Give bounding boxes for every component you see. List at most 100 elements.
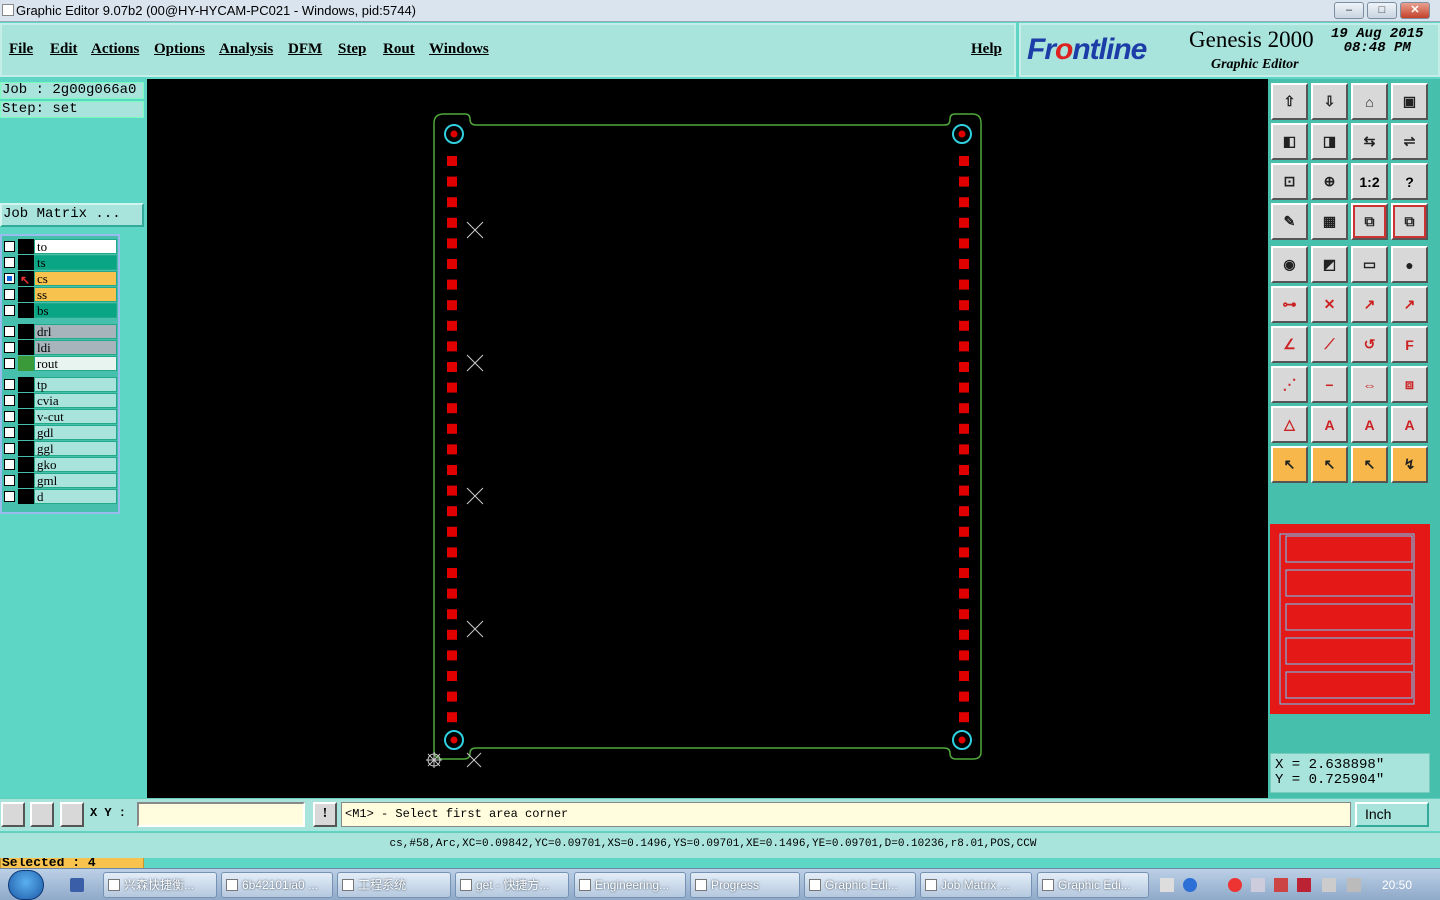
taskbar-item[interactable]: Engineering... <box>574 872 686 898</box>
grid-tool-icon[interactable] <box>60 802 84 827</box>
route-icon[interactable]: ↯ <box>1391 446 1428 483</box>
layer-name[interactable]: cvia <box>34 393 117 408</box>
text-icon[interactable]: F <box>1391 326 1428 363</box>
menu-analysis[interactable]: Analysis <box>219 41 273 58</box>
layer-name[interactable]: d <box>34 489 117 504</box>
layer-name[interactable]: rout <box>34 356 117 371</box>
layer-row-cvia[interactable]: cvia <box>2 393 118 408</box>
move-point-icon[interactable]: ↗ <box>1351 286 1388 323</box>
layer-name[interactable]: ts <box>34 255 117 270</box>
layer-checkbox[interactable] <box>4 395 15 406</box>
select2-icon[interactable]: ↖ <box>1351 446 1388 483</box>
layer-row-gml[interactable]: gml <box>2 473 118 488</box>
layer-row-ts[interactable]: ts <box>2 255 118 270</box>
add-line-icon[interactable]: ◩ <box>1311 246 1348 283</box>
cross-icon[interactable]: ✕ <box>1311 286 1348 323</box>
minus-icon[interactable]: − <box>1311 366 1348 403</box>
menu-help[interactable]: Help <box>971 41 1002 58</box>
layer-checkbox[interactable] <box>4 241 15 252</box>
connect-icon[interactable]: ⊶ <box>1271 286 1308 323</box>
triangle-icon[interactable]: △ <box>1271 406 1308 443</box>
minimize-button[interactable]: – <box>1334 2 1364 19</box>
layer-name[interactable]: tp <box>34 377 117 392</box>
close-button[interactable]: ✕ <box>1400 2 1430 19</box>
measure-icon[interactable]: ✎ <box>1271 203 1308 240</box>
taskbar-item[interactable]: 兴森快捷衡... <box>103 872 217 898</box>
layer-name[interactable]: bs <box>34 303 117 318</box>
menu-windows[interactable]: Windows <box>429 41 489 58</box>
layer-name[interactable]: gdl <box>34 425 117 440</box>
layer-checkbox[interactable] <box>4 427 15 438</box>
pen-tray-icon[interactable] <box>1274 878 1288 892</box>
taskbar-item[interactable]: Job Matrix ... <box>920 872 1032 898</box>
menu-dfm[interactable]: DFM <box>288 41 322 58</box>
taskbar-item[interactable]: 工程系统 <box>337 872 451 898</box>
layer-name[interactable]: gml <box>34 473 117 488</box>
zoom-fit-icon[interactable]: ⊡ <box>1271 163 1308 200</box>
save-step-icon[interactable]: ⇩ <box>1311 83 1348 120</box>
taskbar-item[interactable]: get - 快捷方... <box>455 872 569 898</box>
layer-name[interactable]: to <box>34 239 117 254</box>
layer-row-ldi[interactable]: ldi <box>2 340 118 355</box>
swap-icon[interactable]: ⇆ <box>1351 123 1388 160</box>
graphic-canvas[interactable] <box>147 79 1268 798</box>
layer-compare-icon[interactable]: ⧉ <box>1351 203 1388 240</box>
snap-icon[interactable]: ⋰ <box>1271 366 1308 403</box>
angle-line-icon[interactable]: ∠ <box>1271 326 1308 363</box>
layer-row-d[interactable]: d <box>2 489 118 504</box>
flip-icon[interactable]: ⇌ <box>1391 123 1428 160</box>
layer-row-bs[interactable]: bs <box>2 303 118 318</box>
layer-checkbox[interactable] <box>4 379 15 390</box>
layer-name[interactable]: gko <box>34 457 117 472</box>
layer-checkbox[interactable] <box>4 342 15 353</box>
triangle-a-icon[interactable]: A <box>1311 406 1348 443</box>
menu-file[interactable]: File <box>9 41 33 58</box>
layer-compare2-icon[interactable]: ⧉ <box>1391 203 1428 240</box>
layer-checkbox[interactable] <box>4 257 15 268</box>
menu-actions[interactable]: Actions <box>91 41 139 58</box>
layer-row-ss[interactable]: ss <box>2 287 118 302</box>
taskbar-item[interactable]: Progress <box>690 872 800 898</box>
window-icon[interactable]: ▣ <box>1391 83 1428 120</box>
circle-icon[interactable]: ● <box>1391 246 1428 283</box>
menu-step[interactable]: Step <box>338 41 366 58</box>
layer-name[interactable]: drl <box>34 324 117 339</box>
close-tray-icon[interactable] <box>1297 878 1311 892</box>
home-icon[interactable]: ⌂ <box>1351 83 1388 120</box>
pointer-icon[interactable]: ↖ <box>1271 446 1308 483</box>
layer-row-ggl[interactable]: ggl <box>2 441 118 456</box>
menu-edit[interactable]: Edit <box>50 41 78 58</box>
layer-row-cs[interactable]: ↖ cs <box>2 271 118 287</box>
layer-row-tp[interactable]: tp <box>2 377 118 392</box>
keyboard-icon[interactable] <box>1160 878 1174 892</box>
volume-icon[interactable] <box>1251 878 1265 892</box>
layer-row-gdl[interactable]: gdl <box>2 425 118 440</box>
taskbar-item[interactable]: Graphic Edi... <box>1037 872 1149 898</box>
pan-left-icon[interactable]: ◧ <box>1271 123 1308 160</box>
unit-selector[interactable]: Inch <box>1355 802 1429 827</box>
layer-checkbox[interactable] <box>4 289 15 300</box>
menu-options[interactable]: Options <box>154 41 205 58</box>
layer-row-rout[interactable]: rout <box>2 356 118 371</box>
arc-icon[interactable]: ↺ <box>1351 326 1388 363</box>
job-matrix-button[interactable]: Job Matrix ... <box>0 203 144 227</box>
snap-tool-icon[interactable] <box>1 802 25 827</box>
network-icon[interactable] <box>1347 878 1361 892</box>
dimension-icon[interactable]: ⇔ <box>1351 366 1388 403</box>
move-point2-icon[interactable]: ↗ <box>1391 286 1428 323</box>
layer-checkbox[interactable] <box>4 491 15 502</box>
layer-name[interactable]: ldi <box>34 340 117 355</box>
copy-icon[interactable]: ⧈ <box>1391 366 1428 403</box>
xy-input[interactable] <box>137 802 305 827</box>
layer-name[interactable]: ss <box>34 287 117 302</box>
maximize-button[interactable]: □ <box>1367 2 1397 19</box>
menu-rout[interactable]: Rout <box>383 41 415 58</box>
zoom-center-icon[interactable]: ⊕ <box>1311 163 1348 200</box>
layer-checkbox[interactable] <box>4 411 15 422</box>
pan-right-icon[interactable]: ◨ <box>1311 123 1348 160</box>
security-tray-icon[interactable] <box>1322 878 1336 892</box>
layer-name[interactable]: ggl <box>34 441 117 456</box>
layer-row-to[interactable]: to <box>2 239 118 254</box>
layer-checkbox[interactable] <box>4 443 15 454</box>
layer-checkbox[interactable] <box>4 305 15 316</box>
